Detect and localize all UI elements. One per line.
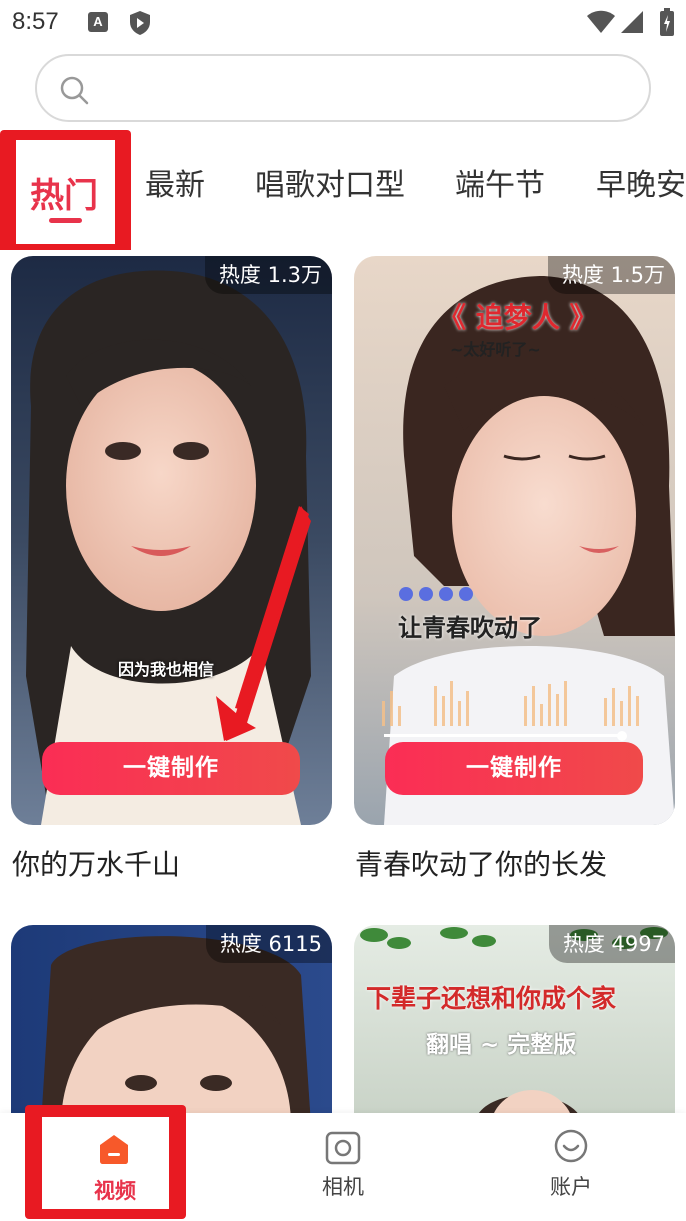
search-bar[interactable] [35,54,651,122]
one-click-make-button[interactable]: 一键制作 [385,742,643,795]
tab-hot-label: 热门 [30,176,98,216]
video-caption: 让青春吹动了 [398,614,542,642]
video-title[interactable]: 你的万水千山 [12,843,180,883]
nav-item-account[interactable]: 账户 [506,1113,636,1221]
video-caption: 因为我也相信 [118,660,215,679]
shield-icon [130,11,150,35]
heat-badge: 热度 1.5万 [547,256,675,294]
battery-icon [660,8,674,36]
heat-badge: 热度 4997 [548,925,675,963]
video-card[interactable]: 《 追梦人 》 ~太好听了~ 让青春吹动了 热度 1.5万 一键制作 [354,256,675,825]
video-overlay-title: 下辈子还想和你成个家 [366,984,617,1013]
bottom-navigation: 视频 相机 账户 [0,1105,686,1221]
video-overlay-subtitle: 翻唱 ~ 完整版 [426,1032,577,1058]
video-card[interactable]: 因为我也相信 热度 1.3万 一键制作 [11,256,332,825]
camera-icon [325,1131,361,1165]
wifi-icon [587,10,615,33]
video-card[interactable]: 热度 6115 [11,925,332,1125]
account-icon [554,1129,588,1163]
heat-badge: 热度 1.3万 [204,256,332,294]
video-title[interactable]: 青春吹动了你的长发 [355,843,607,883]
nav-item-camera[interactable]: 相机 [278,1113,408,1221]
a-badge-icon: A [88,12,108,32]
video-thumbnail [11,256,332,825]
search-input[interactable] [101,70,621,106]
tab-latest[interactable]: 最新 [145,160,205,204]
tab-active-indicator [49,218,82,223]
home-icon [100,1135,128,1164]
status-bar: 8:57 A [0,0,686,48]
tab-hot[interactable]: 热门 [0,130,131,250]
nav-item-video[interactable]: 视频 [50,1113,180,1221]
video-card[interactable]: 下辈子还想和你成个家 翻唱 ~ 完整版 热度 4997 [354,925,675,1125]
tab-greetings[interactable]: 早晚安 [596,160,686,204]
nav-label-account: 账户 [550,1175,592,1199]
heat-badge: 热度 6115 [205,925,332,963]
search-icon[interactable] [59,75,89,105]
tab-lip-sync[interactable]: 唱歌对口型 [255,160,405,204]
one-click-make-button[interactable]: 一键制作 [42,742,300,795]
nav-label-camera: 相机 [322,1175,364,1199]
video-overlay-title: 《 追梦人 》 [438,301,598,334]
status-time: 8:57 [12,8,59,35]
tab-dragon-boat[interactable]: 端午节 [455,160,545,204]
signal-icon [621,11,643,33]
nav-label-video: 视频 [94,1179,136,1203]
video-overlay-subtitle: ~太好听了~ [450,340,541,359]
category-tabs: 热门 最新 唱歌对口型 端午节 早晚安 [0,130,686,250]
